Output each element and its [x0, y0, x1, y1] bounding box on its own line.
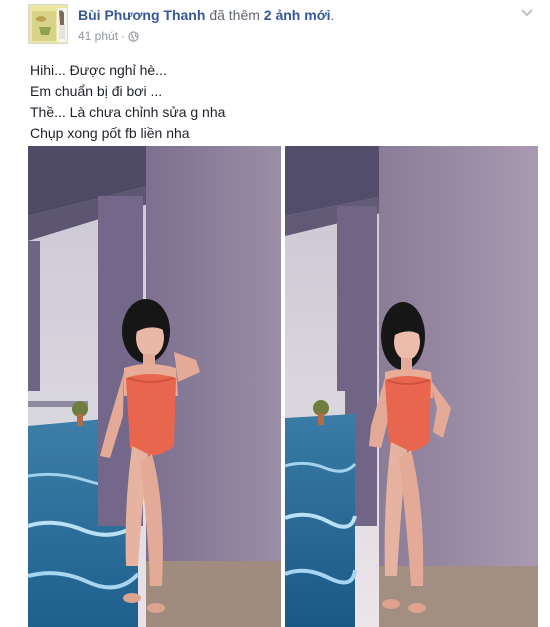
- photo-grid: [28, 146, 538, 627]
- post-photo-1[interactable]: [28, 146, 281, 627]
- post-text-line: Thề... Là chưa chỉnh sửa g nha: [30, 104, 226, 120]
- facebook-post: Bùi Phương Thanh đã thêm 2 ảnh mới. 41 p…: [0, 0, 550, 627]
- timestamp-link[interactable]: 41 phút: [78, 29, 118, 43]
- action-suffix: .: [330, 7, 335, 23]
- post-photo-2[interactable]: [285, 146, 538, 627]
- author-line: Bùi Phương Thanh đã thêm 2 ảnh mới.: [78, 7, 334, 23]
- post-text-line: Chụp xong pốt fb liền nha: [30, 125, 190, 141]
- avatar[interactable]: [28, 4, 68, 44]
- post-meta: 41 phút ·: [78, 29, 139, 43]
- photo-count-link[interactable]: 2 ảnh mới: [264, 7, 331, 23]
- post-text-line: Em chuẩn bị đi bơi ...: [30, 83, 163, 99]
- post-header: Bùi Phương Thanh đã thêm 2 ảnh mới. 41 p…: [28, 4, 550, 48]
- globe-icon[interactable]: [128, 30, 139, 42]
- meta-separator: ·: [121, 29, 126, 43]
- author-name-link[interactable]: Bùi Phương Thanh: [78, 7, 205, 23]
- post-text: Hihi... Được nghỉ hè... Em chuẩn bị đi b…: [30, 60, 225, 144]
- post-text-line: Hihi... Được nghỉ hè...: [30, 62, 167, 78]
- action-text: đã thêm: [209, 7, 260, 23]
- chevron-down-icon[interactable]: [520, 6, 534, 18]
